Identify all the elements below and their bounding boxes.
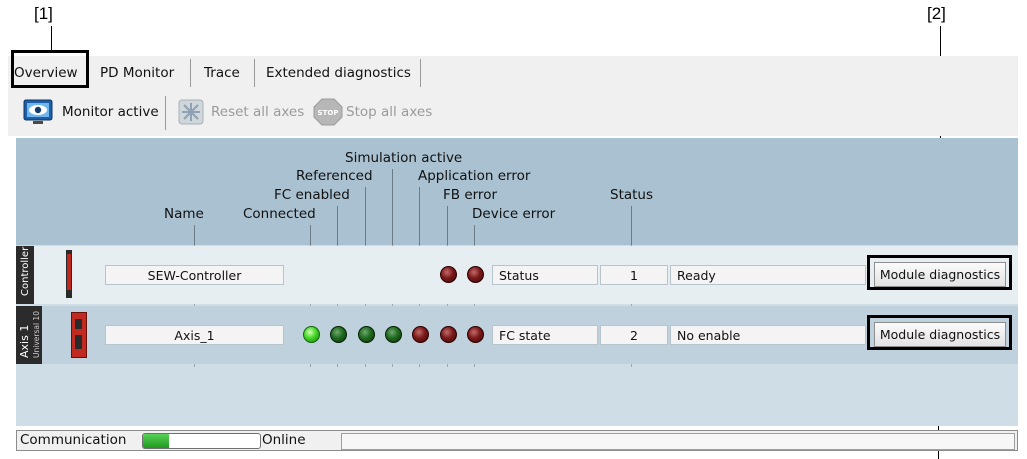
status-value-field: 1	[600, 265, 668, 285]
header-device-error: Device error	[472, 206, 556, 222]
status-led-green	[303, 326, 320, 343]
monitor-active-label[interactable]: Monitor active	[62, 104, 159, 120]
fb-error-leader-line	[447, 206, 448, 245]
communication-progress-fill	[143, 434, 169, 448]
simulation-leader-line	[392, 169, 393, 245]
stop-all-axes-button[interactable]: STOP	[313, 98, 343, 130]
stop-icon-text: STOP	[318, 109, 339, 117]
tab-extended-diagnostics[interactable]: Extended diagnostics	[266, 60, 411, 86]
header-fb-error: FB error	[443, 187, 497, 203]
tab-trace[interactable]: Trace	[204, 60, 240, 86]
status-led-red	[412, 326, 429, 343]
status-led-red	[467, 266, 484, 283]
reset-all-axes-label[interactable]: Reset all axes	[211, 104, 304, 120]
tab-separator	[254, 59, 255, 87]
module-name-field: Axis_1	[105, 325, 284, 345]
module-diagnostics-highlight	[867, 315, 1012, 350]
header-fc-enabled: FC enabled	[274, 187, 350, 203]
tab-separator	[190, 59, 191, 87]
communication-progress	[142, 433, 261, 449]
overview-tab-highlight	[11, 50, 89, 88]
axis-tab-label: Axis 1	[18, 324, 31, 358]
status-text-field: Ready	[670, 265, 866, 285]
status-led-dark-green	[385, 326, 402, 343]
online-status-label: Online	[262, 432, 306, 448]
application-error-leader-line	[419, 187, 420, 245]
monitor-button[interactable]	[23, 98, 53, 126]
toolbar-separator	[165, 96, 166, 130]
tab-bar: Overview PD Monitor Trace Extended diagn…	[8, 56, 1018, 90]
module-name-field: SEW-Controller	[105, 265, 284, 285]
monitor-eye-icon	[23, 99, 53, 124]
status-leader-line	[631, 206, 632, 245]
reset-icon	[178, 99, 204, 125]
state-label-field: FC state	[492, 325, 598, 345]
column-header-area	[16, 138, 1018, 245]
callout-2-label: [2]	[927, 4, 946, 23]
status-led-dark-green	[358, 326, 375, 343]
stop-all-axes-label[interactable]: Stop all axes	[346, 104, 432, 120]
device-error-leader-line	[474, 225, 475, 245]
communication-label: Communication	[20, 432, 127, 448]
status-led-red	[440, 266, 457, 283]
reset-all-axes-button[interactable]	[178, 99, 204, 129]
status-led-red	[440, 326, 457, 343]
header-referenced: Referenced	[296, 168, 373, 184]
controller-side-tab[interactable]: Controller	[16, 246, 34, 304]
status-message-field	[341, 433, 1015, 450]
callout-1-label: [1]	[34, 4, 53, 23]
callout-1-line	[51, 26, 52, 52]
state-label-field: Status	[492, 265, 598, 285]
header-status: Status	[610, 187, 654, 203]
toolbar: Monitor active Reset all axes STOP Stop …	[8, 90, 1018, 136]
connected-leader-line	[310, 225, 311, 245]
header-application-error: Application error	[418, 168, 531, 184]
module-diagnostics-highlight	[867, 255, 1012, 290]
status-led-dark-green	[330, 326, 347, 343]
tab-pd-monitor[interactable]: PD Monitor	[100, 60, 174, 86]
status-led-red	[467, 326, 484, 343]
status-bar: Communication Online	[16, 430, 1018, 451]
controller-device-icon	[66, 250, 72, 298]
axis-side-tab[interactable]: Axis 1 Universal 10	[16, 306, 42, 364]
header-simulation-active: Simulation active	[345, 150, 463, 166]
axis-device-icon	[71, 312, 87, 358]
fc-enabled-leader-line	[337, 206, 338, 245]
name-leader-line	[194, 225, 195, 245]
controller-tab-label: Controller	[20, 246, 31, 296]
tab-separator	[420, 59, 421, 87]
axis-tab-sublabel: Universal 10	[32, 311, 41, 358]
header-connected: Connected	[243, 206, 316, 222]
status-text-field: No enable	[670, 325, 866, 345]
stop-icon: STOP	[313, 98, 343, 126]
header-name: Name	[164, 206, 204, 222]
status-value-field: 2	[600, 325, 668, 345]
referenced-leader-line	[365, 187, 366, 245]
